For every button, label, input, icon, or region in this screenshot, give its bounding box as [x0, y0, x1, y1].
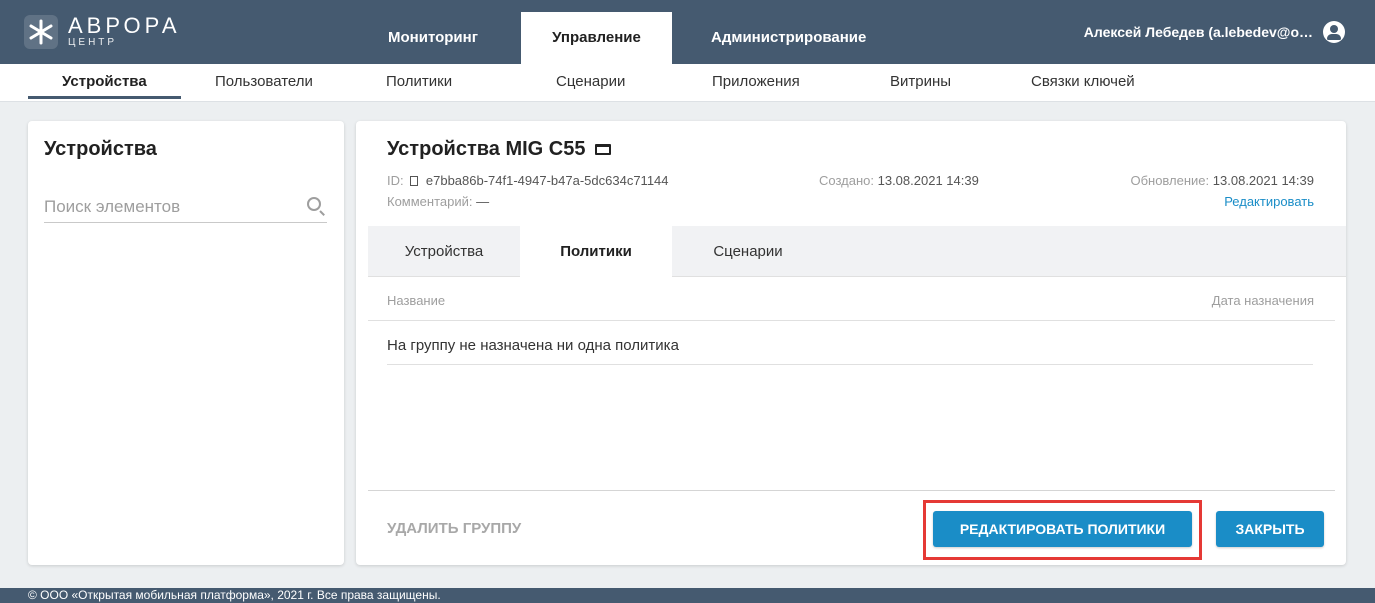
tab-scenarios[interactable]: Сценарии — [672, 226, 824, 277]
empty-policies-message: На группу не назначена ни одна политика — [387, 337, 679, 354]
table-header-divider — [368, 320, 1335, 321]
edit-policies-button[interactable]: Редактировать политики — [933, 511, 1192, 547]
account-circle-icon — [1323, 21, 1345, 43]
brand-subtitle: ЦЕНТР — [68, 37, 118, 48]
created-label: Создано: — [819, 173, 874, 188]
sub-navbar: Устройства Пользователи Политики Сценари… — [0, 64, 1375, 102]
logo[interactable]: АВРОРА ЦЕНТР — [24, 12, 181, 52]
user-name: Алексей Лебедев (a.lebedev@o… — [1083, 24, 1313, 40]
close-button[interactable]: Закрыть — [1216, 511, 1324, 547]
aurora-logo-icon — [24, 15, 58, 49]
subnav-showcases[interactable]: Витрины — [890, 73, 951, 90]
copyright-footer: © ООО «Открытая мобильная платформа», 20… — [0, 588, 1375, 603]
updated-label: Обновление: — [1130, 173, 1210, 188]
subnav-devices[interactable]: Устройства — [62, 73, 147, 90]
groups-sidebar: Устройства — [28, 121, 344, 565]
group-title-text: Устройства MIG C55 — [387, 138, 586, 160]
group-details-card: Устройства MIG C55 ID: e7bba86b-74f1-494… — [356, 121, 1346, 565]
active-subnav-indicator — [28, 96, 181, 99]
group-comment: Комментарий: — — [387, 194, 489, 209]
subnav-keychains[interactable]: Связки ключей — [1031, 73, 1135, 90]
search-box — [44, 193, 327, 223]
main-nav-management[interactable]: Управление — [521, 12, 672, 64]
updated-date: Обновление: 13.08.2021 14:39 — [1130, 173, 1314, 188]
created-date: Создано: 13.08.2021 14:39 — [819, 173, 979, 188]
user-menu[interactable]: Алексей Лебедев (a.lebedev@o… — [1084, 20, 1345, 44]
comment-label: Комментарий: — [387, 194, 473, 209]
subnav-applications[interactable]: Приложения — [712, 73, 800, 90]
sidebar-title: Устройства — [44, 138, 157, 160]
group-tabs: Устройства Политики Сценарии — [368, 226, 1346, 278]
column-header-name[interactable]: Название — [387, 293, 445, 308]
main-nav-monitoring[interactable]: Мониторинг — [388, 12, 478, 64]
tab-policies[interactable]: Политики — [520, 226, 672, 278]
created-value: 13.08.2021 14:39 — [877, 173, 979, 188]
edit-group-link[interactable]: Редактировать — [1224, 194, 1314, 209]
group-id: ID: e7bba86b-74f1-4947-b47a-5dc634c71144 — [387, 173, 669, 188]
actions-divider — [368, 490, 1335, 491]
copy-icon[interactable] — [410, 176, 419, 186]
subnav-scenarios[interactable]: Сценарии — [556, 73, 625, 90]
updated-value: 13.08.2021 14:39 — [1212, 173, 1314, 188]
search-icon[interactable] — [307, 197, 321, 211]
group-id-value: e7bba86b-74f1-4947-b47a-5dc634c71144 — [425, 173, 669, 188]
folder-icon — [595, 144, 612, 155]
brand-name: АВРОРА — [68, 13, 181, 38]
group-title: Устройства MIG C55 — [387, 138, 612, 161]
comment-value: — — [476, 194, 490, 209]
subnav-users[interactable]: Пользователи — [215, 73, 313, 90]
search-input[interactable] — [44, 193, 294, 221]
delete-group-button[interactable]: Удалить группу — [387, 515, 521, 543]
column-header-assigned-date[interactable]: Дата назначения — [1212, 293, 1314, 308]
tab-devices[interactable]: Устройства — [368, 226, 520, 277]
group-id-label: ID: — [387, 173, 404, 188]
top-navbar: АВРОРА ЦЕНТР Мониторинг Управление Админ… — [0, 0, 1375, 64]
table-row-divider — [387, 364, 1313, 365]
main-nav-administration[interactable]: Администрирование — [711, 12, 866, 64]
subnav-policies[interactable]: Политики — [386, 73, 452, 90]
